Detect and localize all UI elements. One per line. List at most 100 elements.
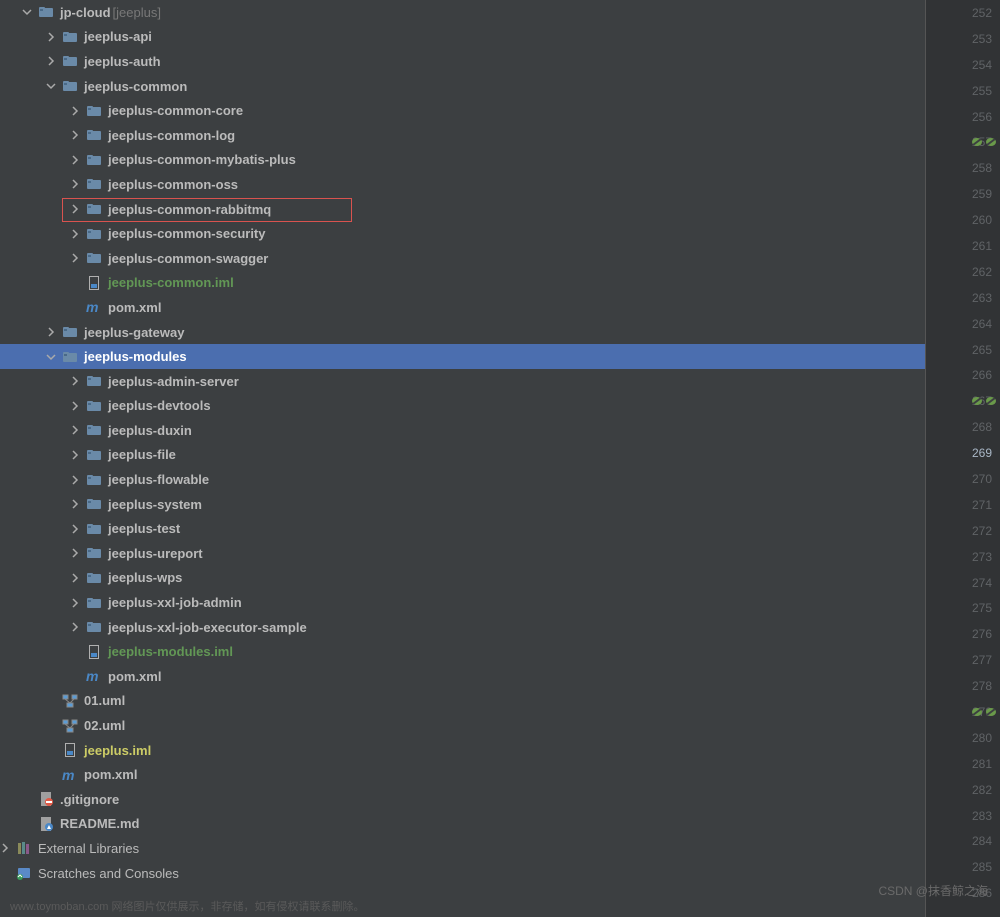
chevron-down-icon[interactable] [46,352,56,362]
chevron-right-icon[interactable] [70,622,80,632]
tree-item-jeeplus-iml[interactable]: jeeplus.iml [0,738,925,763]
chevron-right-icon[interactable] [70,499,80,509]
tree-item-jeeplus-devtools[interactable]: jeeplus-devtools [0,394,925,419]
line-number: 263 [926,285,1000,311]
chevron-down-icon[interactable] [22,7,32,17]
line-number-value: 270 [972,472,992,486]
chevron-right-icon[interactable] [70,450,80,460]
tree-item-jp-cloud[interactable]: jp-cloud [jeeplus] [0,0,925,25]
iml-icon [86,644,102,660]
line-number-value: 259 [972,187,992,201]
tree-item-label: jeeplus-modules.iml [108,644,233,659]
chevron-right-icon[interactable] [46,56,56,66]
line-number: 281 [926,751,1000,777]
chevron-right-icon[interactable] [70,548,80,558]
gitignore-icon [38,791,54,807]
watermark-text: CSDN @抹香鲸之海 [878,882,988,899]
line-number-value: 264 [972,317,992,331]
tree-item-jeeplus-common-mybatis-plus[interactable]: jeeplus-common-mybatis-plus [0,148,925,173]
svg-text:m: m [86,668,98,684]
tree-item-external-libraries[interactable]: External Libraries [0,836,925,861]
tree-item-jeeplus-common[interactable]: jeeplus-common [0,74,925,99]
chevron-right-icon[interactable] [0,843,10,853]
tree-item-jeeplus-common-oss[interactable]: jeeplus-common-oss [0,172,925,197]
line-number: 285 [926,854,1000,880]
tree-item-jeeplus-common-rabbitmq[interactable]: jeeplus-common-rabbitmq [0,197,925,222]
tree-item-02-uml[interactable]: 02.uml [0,713,925,738]
tree-item-pom-xml[interactable]: mpom.xml [0,762,925,787]
tree-item-jeeplus-common-iml[interactable]: jeeplus-common.iml [0,271,925,296]
line-number: 276 [926,621,1000,647]
tree-item-jeeplus-modules-iml[interactable]: jeeplus-modules.iml [0,639,925,664]
tree-item-jeeplus-common-core[interactable]: jeeplus-common-core [0,98,925,123]
chevron-down-icon[interactable] [46,81,56,91]
tree-item-jeeplus-gateway[interactable]: jeeplus-gateway [0,320,925,345]
tree-item-jeeplus-xxl-job-executor-sample[interactable]: jeeplus-xxl-job-executor-sample [0,615,925,640]
tree-item-jeeplus-common-log[interactable]: jeeplus-common-log [0,123,925,148]
chevron-right-icon[interactable] [70,130,80,140]
chevron-right-icon[interactable] [70,155,80,165]
tree-item-jeeplus-api[interactable]: jeeplus-api [0,25,925,50]
tree-item-jeeplus-ureport[interactable]: jeeplus-ureport [0,541,925,566]
line-number-value: 254 [972,58,992,72]
tree-item-scratches-and-consoles[interactable]: Scratches and Consoles [0,861,925,886]
line-number-value: 284 [972,834,992,848]
uml-icon [62,718,78,734]
tree-item-label: jeeplus-common-log [108,128,235,143]
line-number: 264 [926,311,1000,337]
tree-item-jeeplus-duxin[interactable]: jeeplus-duxin [0,418,925,443]
chevron-right-icon[interactable] [70,573,80,583]
tree-item-label: .gitignore [60,792,119,807]
lib-icon [16,840,32,856]
line-number: 256 [926,104,1000,130]
chevron-right-icon[interactable] [46,327,56,337]
tree-item-jeeplus-auth[interactable]: jeeplus-auth [0,49,925,74]
project-tree[interactable]: jp-cloud [jeeplus]jeeplus-apijeeplus-aut… [0,0,925,917]
tree-item-jeeplus-xxl-job-admin[interactable]: jeeplus-xxl-job-admin [0,590,925,615]
tree-item-jeeplus-admin-server[interactable]: jeeplus-admin-server [0,369,925,394]
chevron-right-icon[interactable] [70,401,80,411]
tree-item-01-uml[interactable]: 01.uml [0,689,925,714]
chevron-right-icon[interactable] [70,475,80,485]
tree-item-label: jeeplus-admin-server [108,374,239,389]
folder-icon [86,201,102,217]
chevron-right-icon[interactable] [70,106,80,116]
line-number-value: 256 [972,110,992,124]
tree-item-label: jeeplus-xxl-job-executor-sample [108,620,307,635]
line-number: 282 [926,777,1000,803]
tree-item-label: pom.xml [108,300,161,315]
line-number-value: 278 [972,679,992,693]
tree-item-jeeplus-test[interactable]: jeeplus-test [0,516,925,541]
line-number-value: 253 [972,32,992,46]
tree-item-pom-xml[interactable]: mpom.xml [0,295,925,320]
tree-item-jeeplus-common-security[interactable]: jeeplus-common-security [0,221,925,246]
line-number: 257 [926,129,1000,155]
tree-item-pom-xml[interactable]: mpom.xml [0,664,925,689]
chevron-right-icon[interactable] [46,32,56,42]
folder-icon [86,619,102,635]
tree-item-jeeplus-common-swagger[interactable]: jeeplus-common-swagger [0,246,925,271]
chevron-right-icon[interactable] [70,376,80,386]
line-number: 254 [926,52,1000,78]
line-number: 272 [926,518,1000,544]
tree-item-jeeplus-flowable[interactable]: jeeplus-flowable [0,467,925,492]
chevron-right-icon[interactable] [70,229,80,239]
folder-icon [86,373,102,389]
line-number-value: 272 [972,524,992,538]
tree-item-jeeplus-system[interactable]: jeeplus-system [0,492,925,517]
line-number: 270 [926,466,1000,492]
tree-item-label: Scratches and Consoles [38,866,179,881]
chevron-right-icon[interactable] [70,179,80,189]
chevron-right-icon[interactable] [70,204,80,214]
chevron-right-icon[interactable] [70,598,80,608]
tree-item--gitignore[interactable]: .gitignore [0,787,925,812]
tree-item-label: jeeplus-wps [108,570,182,585]
tree-item-jeeplus-modules[interactable]: jeeplus-modules [0,344,925,369]
tree-item-label: jeeplus-common-oss [108,177,238,192]
tree-item-jeeplus-file[interactable]: jeeplus-file [0,443,925,468]
tree-item-jeeplus-wps[interactable]: jeeplus-wps [0,566,925,591]
tree-item-readme-md[interactable]: README.md [0,812,925,837]
chevron-right-icon[interactable] [70,425,80,435]
chevron-right-icon[interactable] [70,524,80,534]
chevron-right-icon[interactable] [70,253,80,263]
